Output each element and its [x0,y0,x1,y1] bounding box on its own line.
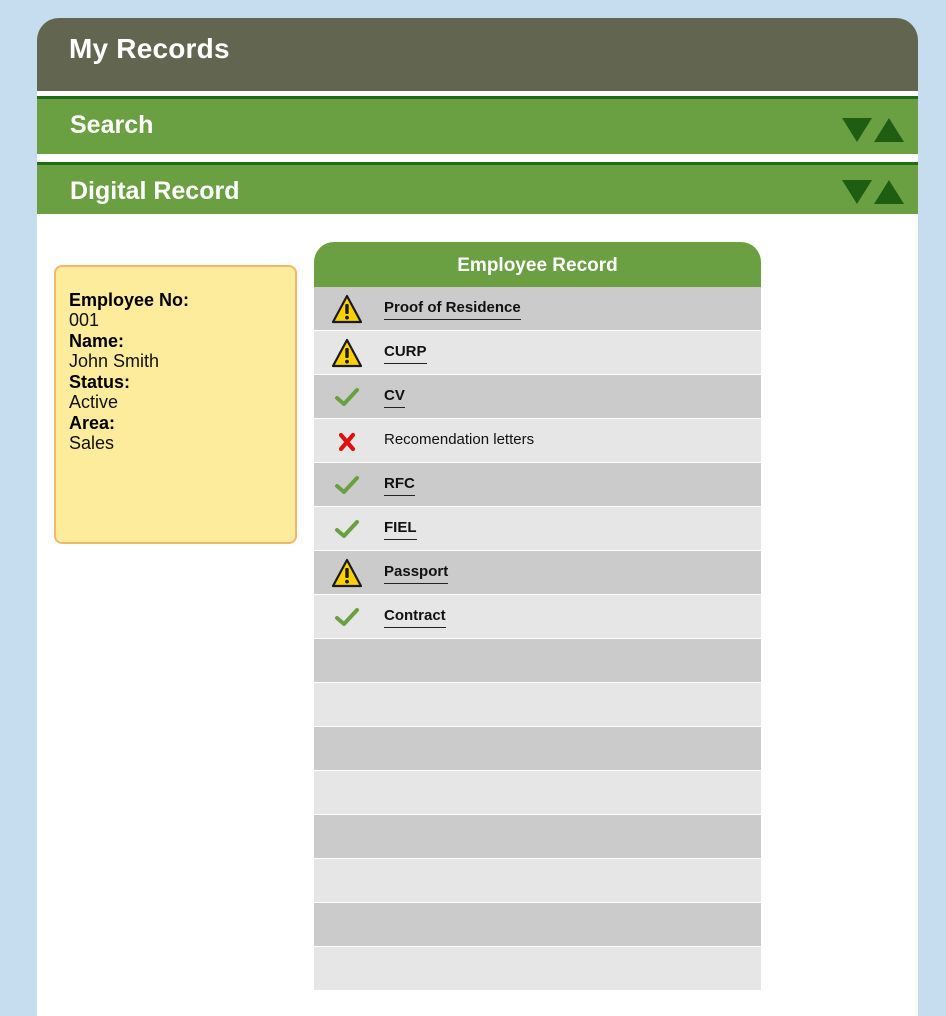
digital-record-section-bar[interactable]: Digital Record [37,165,918,214]
record-item-label[interactable]: CV [384,387,405,408]
employee-info-card: Employee No: 001 Name: John Smith Status… [54,265,297,544]
empty-record-row [314,683,761,727]
record-row: FIEL [314,507,761,551]
empty-record-row [314,947,761,991]
warning-icon [331,337,363,369]
check-icon [331,381,363,413]
record-item-label[interactable]: Proof of Residence [384,299,521,320]
warning-icon [331,557,363,589]
record-item-label[interactable]: CURP [384,343,427,364]
digital-record-expand-collapse-toggle[interactable] [842,177,908,205]
record-row: Passport [314,551,761,595]
triangle-up-icon [874,118,904,142]
triangle-up-icon [874,180,904,204]
empty-record-row [314,727,761,771]
employee-no-value: 001 [69,310,100,330]
record-row: Recomendation letters [314,419,761,463]
employee-no-label: Employee No: [69,290,190,310]
name-value: John Smith [69,351,160,371]
empty-record-row [314,639,761,683]
record-item-label[interactable]: Contract [384,607,446,628]
warning-icon [331,293,363,325]
record-item-label[interactable]: RFC [384,475,415,496]
x-icon [331,425,363,457]
record-row: CURP [314,331,761,375]
title-bar: My Records [37,18,918,91]
search-expand-collapse-toggle[interactable] [842,115,908,143]
page-title: My Records [69,33,230,64]
empty-record-row [314,903,761,947]
record-row: Proof of Residence [314,287,761,331]
employee-record-table: Employee Record Proof of Residence CURP CV… [314,242,761,1016]
status-value: Active [69,392,119,412]
employee-record-rows: Proof of Residence CURP CV Recomendation le… [314,287,761,991]
record-row: Contract [314,595,761,639]
status-label: Status: [69,372,131,392]
record-item-label[interactable]: FIEL [384,519,417,540]
name-label: Name: [69,331,125,351]
triangle-down-icon [842,180,872,204]
area-value: Sales [69,433,115,453]
search-section-bar[interactable]: Search [37,99,918,154]
check-icon [331,513,363,545]
check-icon [331,601,363,633]
my-records-panel: My Records Search Digital Record Employe… [37,18,918,1016]
triangle-down-icon [842,118,872,142]
digital-record-section-label: Digital Record [70,177,240,205]
record-item-label[interactable]: Passport [384,563,449,584]
employee-record-header: Employee Record [314,242,761,287]
record-row: CV [314,375,761,419]
empty-record-row [314,815,761,859]
record-item-label: Recomendation letters [384,431,535,448]
check-icon [331,469,363,501]
record-row: RFC [314,463,761,507]
area-label: Area: [69,413,116,433]
empty-record-row [314,771,761,815]
search-section-label: Search [70,111,154,139]
empty-record-row [314,859,761,903]
